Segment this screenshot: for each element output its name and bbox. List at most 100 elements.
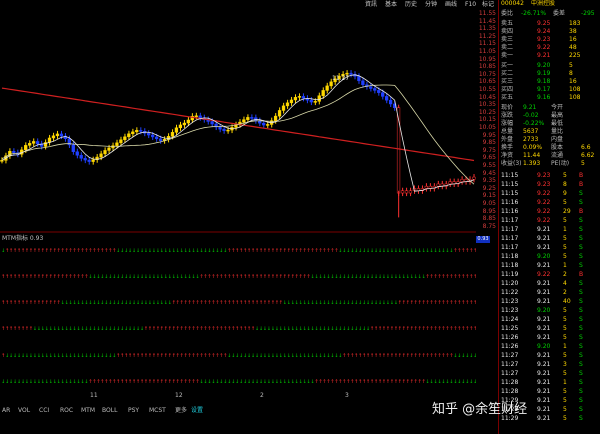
tick-row: 11:18 9.20 5 S [499, 253, 600, 260]
kline-chart[interactable]: 11.27 MTM指标 0.93 ↓ ↑ ↑ ↑ ↑ ↑ ↑ ↑ ↑ ↑ ↑ ↑ ↑ ↑ ↑ ↑ ↑ ↑ ↑ ↑ ↑ ↑ ↑… [0, 10, 476, 406]
bid-level-label: 买三 [501, 78, 514, 85]
ask-level-row[interactable]: 卖三 9.23 16 [499, 36, 600, 43]
tick-direction: S [579, 397, 583, 404]
x-axis-label: 2 [260, 392, 264, 399]
candle-body [377, 90, 381, 93]
tick-volume: 29 [563, 208, 571, 215]
tick-volume: 5 [563, 415, 567, 422]
price-tick-label: 11.35 [478, 25, 496, 33]
stat-label: 换手 [501, 144, 514, 151]
candle-body [222, 128, 226, 131]
bid-level-row[interactable]: 买三 9.18 16 [499, 78, 600, 85]
ma-short-line [1, 74, 475, 192]
candle-body [115, 142, 119, 146]
tick-direction: S [579, 289, 583, 296]
toolbar-button-minute[interactable]: 分钟 [425, 0, 437, 9]
candle-body [448, 181, 452, 185]
bid-price: 9.19 [537, 70, 551, 77]
bid-level-row[interactable]: 买五 9.16 108 [499, 94, 600, 101]
candle-body [321, 90, 325, 96]
bid-level-row[interactable]: 买二 9.19 8 [499, 70, 600, 77]
tick-direction: S [579, 343, 583, 350]
tick-price: 9.21 [537, 361, 551, 368]
tick-row: 11:17 9.22 5 S [499, 217, 600, 224]
stat-value: 5637 [523, 128, 539, 135]
indicator-tab-cci[interactable]: CCI [39, 406, 49, 416]
ask-level-row[interactable]: 卖四 9.24 38 [499, 28, 600, 35]
tick-direction: S [579, 406, 583, 413]
stat-value: 5 [581, 160, 585, 167]
bid-level-row[interactable]: 买四 9.17 108 [499, 86, 600, 93]
bid-level-label: 买二 [501, 70, 514, 77]
order-diff-value: -295 [581, 10, 595, 17]
tick-row: 11:28 9.21 1 S [499, 379, 600, 386]
price-tick-label: 9.95 [482, 131, 496, 139]
tick-direction: S [579, 361, 583, 368]
candle-body [210, 121, 214, 125]
indicator-tab-psy[interactable]: PSY [128, 406, 139, 416]
tick-price: 9.20 [537, 307, 551, 314]
ask-price: 9.25 [537, 20, 551, 27]
stat-label: 最低 [551, 120, 564, 127]
bid-level-row[interactable]: 买一 9.20 5 [499, 62, 600, 69]
tick-price: 9.21 [537, 226, 551, 233]
toolbar-button-basic[interactable]: 基本 [385, 0, 397, 9]
indicator-tab-ar[interactable]: AR [2, 406, 10, 416]
quote-stat-row: 涨幅 -0.22% 最低 [499, 120, 600, 127]
tick-time: 11:15 [501, 172, 519, 179]
stat-label: 最高 [551, 112, 564, 119]
candle-body [83, 158, 87, 161]
tick-direction: S [579, 325, 583, 332]
stat-value: 0.09% [523, 144, 543, 151]
indicator-tab-boll[interactable]: BOLL [102, 406, 117, 416]
tick-volume: 5 [563, 235, 567, 242]
candle-body [174, 127, 179, 133]
indicator-tab-vol[interactable]: VOL [18, 406, 30, 416]
ask-level-row[interactable]: 卖五 9.25 183 [499, 20, 600, 27]
tick-volume: 5 [563, 172, 567, 179]
quote-stat-row: 收益(3) 1.393 PE(动) 5 [499, 160, 600, 167]
tick-volume: 5 [563, 253, 567, 260]
tick-volume: 5 [563, 397, 567, 404]
order-ratio-row: 委比 -26.71% 委差 -295 [499, 10, 600, 17]
candle-body [472, 176, 476, 180]
tick-direction: S [579, 226, 583, 233]
candle-body [388, 99, 393, 105]
ask-level-row[interactable]: 卖二 9.22 48 [499, 44, 600, 51]
candle-body [123, 136, 127, 141]
ask-level-row[interactable]: 卖一 9.21 225 [499, 52, 600, 59]
candle-body [301, 96, 305, 99]
tick-time: 11:17 [501, 244, 519, 251]
toolbar-button-f10[interactable]: F10 [465, 0, 476, 9]
bid-volume: 108 [569, 86, 581, 93]
stat-value: 6.6 [581, 144, 591, 151]
toolbar-button-history[interactable]: 历史 [405, 0, 417, 9]
tick-direction: S [579, 379, 583, 386]
indicator-tab-设置[interactable]: 设置 [191, 406, 203, 416]
indicator-tab-mcst[interactable]: MCST [149, 406, 166, 416]
stat-value: 1.393 [523, 160, 541, 167]
candle-body [99, 153, 103, 158]
candle-body [250, 117, 254, 119]
indicator-tab-mtm[interactable]: MTM [81, 406, 95, 416]
tick-direction: S [579, 370, 583, 377]
tick-volume: 1 [563, 343, 567, 350]
tick-time: 11:22 [501, 289, 519, 296]
price-tick-label: 10.75 [478, 70, 496, 78]
tick-row: 11:17 9.21 5 S [499, 244, 600, 251]
price-tick-label: 8.85 [482, 215, 496, 223]
candle-body [460, 179, 464, 182]
stock-header: 000042 中洲控股 [499, 0, 600, 7]
tick-time: 11:28 [501, 388, 519, 395]
toolbar-button-news[interactable]: 資訊 [365, 0, 377, 9]
tick-direction: B [579, 172, 584, 179]
toolbar-button-mark[interactable]: 标记 [482, 0, 494, 9]
tick-price: 9.23 [537, 172, 551, 179]
toolbar-button-draw[interactable]: 画线 [445, 0, 457, 9]
tick-row: 11:27 9.21 3 S [499, 361, 600, 368]
price-tick-label: 10.25 [478, 108, 496, 116]
tick-volume: 5 [563, 199, 567, 206]
indicator-tab-roc[interactable]: ROC [60, 406, 73, 416]
indicator-tab-更多[interactable]: 更多 [175, 406, 187, 416]
ask-volume: 48 [569, 44, 577, 51]
